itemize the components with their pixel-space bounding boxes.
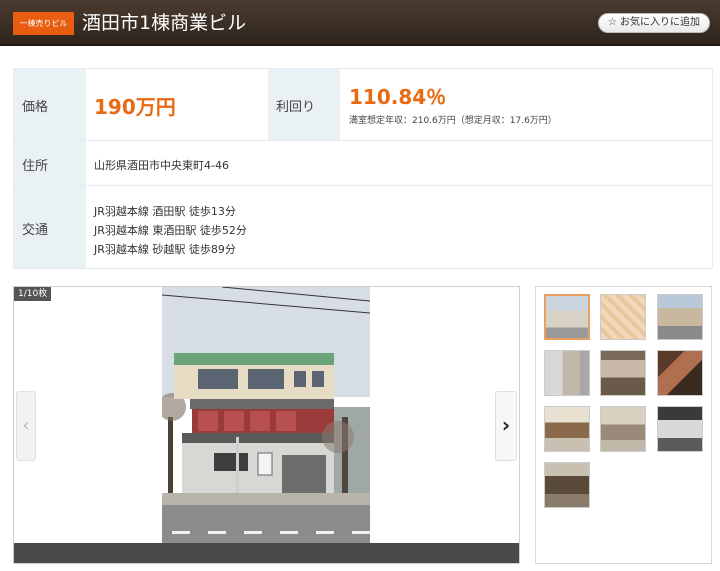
- thumbnail-panel: [535, 286, 712, 564]
- main-photo: [162, 287, 370, 543]
- thumbnail-1[interactable]: [544, 294, 590, 340]
- transit-line: JR羽越本線 砂越駅 徒歩89分: [94, 243, 236, 256]
- page-header: 一棟売りビル 酒田市1棟商業ビル ☆ お気に入りに追加: [0, 0, 720, 46]
- page-title: 酒田市1棟商業ビル: [82, 12, 247, 34]
- row-divider: [14, 185, 714, 186]
- property-info-table: 価格 190万円 利回り 110.84％ 満室想定年収：210.6万円（想定月収…: [13, 68, 714, 269]
- thumbnail-8[interactable]: [600, 406, 646, 452]
- previous-photo-button[interactable]: ‹: [16, 391, 36, 461]
- photo-counter: 1/10枚: [14, 287, 52, 301]
- yield-label: 利回り: [276, 100, 316, 115]
- category-badge: 一棟売りビル: [13, 12, 74, 35]
- yield-value: 110.84％: [349, 85, 447, 109]
- building-photo-illustration: [162, 287, 370, 543]
- address-value: 山形県酒田市中央東町4-46: [94, 159, 229, 172]
- thumbnail-10[interactable]: [544, 462, 590, 508]
- add-favorite-label: お気に入りに追加: [620, 17, 700, 28]
- thumbnail-7[interactable]: [544, 406, 590, 452]
- yield-detail: 満室想定年収：210.6万円（想定月収：17.6万円）: [349, 116, 557, 126]
- transit-label: 交通: [22, 223, 49, 238]
- address-label: 住所: [22, 159, 49, 174]
- add-favorite-button[interactable]: ☆ お気に入りに追加: [598, 13, 710, 33]
- thumbnail-5[interactable]: [600, 350, 646, 396]
- chevron-left-icon: ‹: [22, 415, 30, 436]
- gallery-bottom-bar: [14, 543, 519, 563]
- thumbnail-4[interactable]: [544, 350, 590, 396]
- transit-line: JR羽越本線 酒田駅 徒歩13分: [94, 205, 236, 218]
- thumbnail-6[interactable]: [657, 350, 703, 396]
- chevron-right-icon: ›: [501, 413, 511, 437]
- photo-gallery[interactable]: 1/10枚 ‹ ›: [13, 286, 520, 564]
- next-photo-button[interactable]: ›: [495, 391, 517, 461]
- price-label: 価格: [22, 100, 49, 115]
- yield-label-cell: 利回り: [268, 69, 340, 140]
- price-label-cell: 価格: [14, 69, 86, 140]
- transit-line: JR羽越本線 東酒田駅 徒歩52分: [94, 224, 247, 237]
- transit-label-cell: 交通: [14, 186, 86, 268]
- address-label-cell: 住所: [14, 141, 86, 185]
- thumbnail-9[interactable]: [657, 406, 703, 452]
- star-icon: ☆: [608, 17, 617, 28]
- price-value: 190万円: [94, 95, 176, 119]
- row-divider: [14, 140, 714, 141]
- thumbnail-3[interactable]: [657, 294, 703, 340]
- thumbnail-2[interactable]: [600, 294, 646, 340]
